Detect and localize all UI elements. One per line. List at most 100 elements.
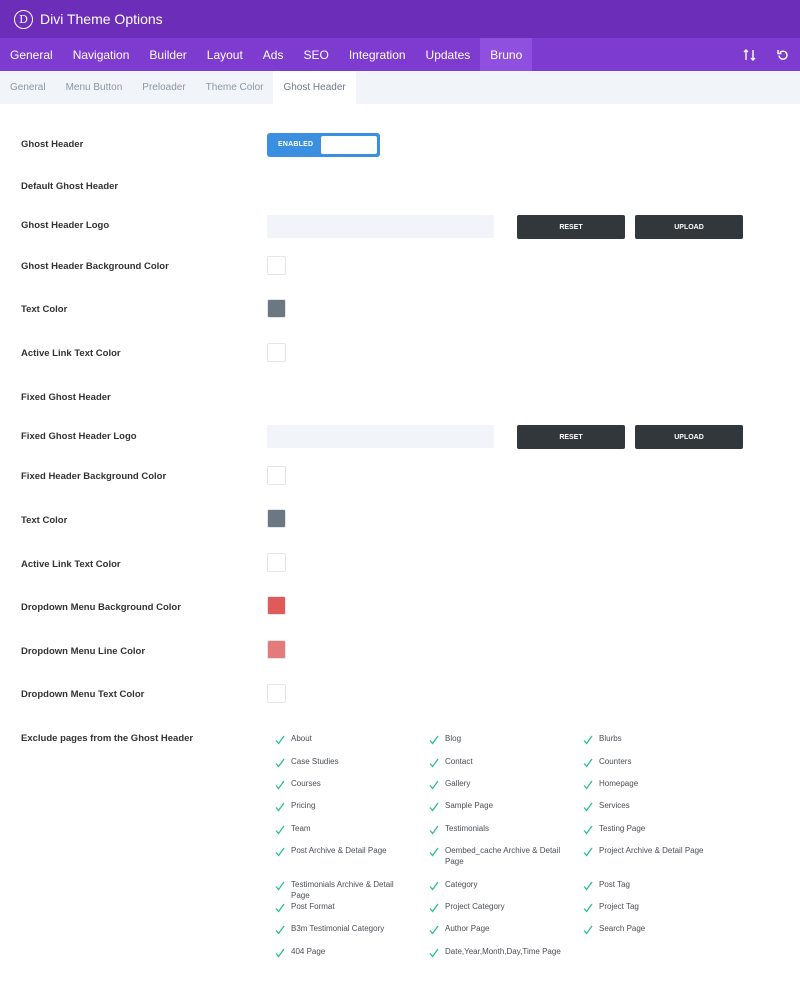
exclude-page-item[interactable]: Sample Page — [429, 800, 563, 812]
checkmark-icon — [429, 948, 439, 958]
text-color-swatch[interactable] — [267, 299, 286, 318]
exclude-page-label: Testimonials — [445, 824, 490, 833]
fixed-active-link-color-label: Active Link Text Color — [21, 559, 121, 570]
exclude-page-item[interactable]: Testimonials Archive & Detail Page — [275, 879, 409, 901]
checkmark-icon — [583, 847, 593, 857]
exclude-page-label: Courses — [291, 779, 321, 788]
exclude-page-item[interactable]: Oembed_cache Archive & Detail Page — [429, 845, 563, 867]
checkmark-icon — [429, 758, 439, 768]
ghost-header-bg-color-swatch[interactable] — [267, 256, 286, 275]
checkmark-icon — [275, 925, 285, 935]
exclude-page-label: Blurbs — [599, 734, 622, 743]
undo-icon[interactable] — [766, 38, 800, 71]
exclude-page-item[interactable]: Project Archive & Detail Page — [583, 845, 717, 857]
exclude-page-item[interactable]: B3m Testimonial Category — [275, 923, 409, 935]
checkmark-icon — [583, 802, 593, 812]
fixed-logo-reset-button[interactable]: RESET — [517, 425, 625, 449]
exclude-page-item[interactable]: Project Tag — [583, 901, 717, 913]
exclude-page-label: Date,Year,Month,Day,Time Page — [445, 947, 561, 956]
exclude-page-label: Pricing — [291, 801, 316, 810]
exclude-page-item[interactable]: Contact — [429, 756, 563, 768]
exclude-page-item[interactable]: Homepage — [583, 778, 717, 790]
exclude-page-item[interactable]: Search Page — [583, 923, 717, 935]
checkmark-icon — [583, 925, 593, 935]
toggle-state-label: ENABLED — [278, 141, 314, 148]
dropdown-text-color-label: Dropdown Menu Text Color — [21, 689, 145, 700]
exclude-page-item[interactable]: Services — [583, 800, 717, 812]
tab-bruno[interactable]: Bruno — [480, 38, 533, 71]
exclude-page-item[interactable]: 404 Page — [275, 946, 409, 958]
sort-icon[interactable] — [732, 38, 766, 71]
exclude-page-label: Oembed_cache Archive & Detail Page — [445, 846, 561, 866]
exclude-page-label: Post Format — [291, 902, 335, 911]
exclude-page-item[interactable]: Project Category — [429, 901, 563, 913]
checkmark-icon — [429, 903, 439, 913]
subtab-menu-button[interactable]: Menu Button — [56, 71, 133, 104]
dropdown-bg-color-swatch[interactable] — [267, 596, 286, 615]
exclude-page-item[interactable]: Counters — [583, 756, 717, 768]
exclude-pages-label: Exclude pages from the Ghost Header — [21, 733, 194, 744]
exclude-page-item[interactable]: Gallery — [429, 778, 563, 790]
exclude-page-label: Category — [445, 880, 478, 889]
exclude-page-item[interactable]: Case Studies — [275, 756, 409, 768]
exclude-page-item[interactable]: Author Page — [429, 923, 563, 935]
exclude-page-label: Search Page — [599, 924, 646, 933]
checkmark-icon — [429, 825, 439, 835]
subtab-ghost-header[interactable]: Ghost Header — [273, 71, 356, 104]
subtab-theme-color[interactable]: Theme Color — [196, 71, 274, 104]
exclude-page-item[interactable]: Post Archive & Detail Page — [275, 845, 409, 857]
tab-layout[interactable]: Layout — [197, 38, 253, 71]
tab-builder[interactable]: Builder — [139, 38, 196, 71]
page-title: Divi Theme Options — [40, 11, 163, 27]
logo-reset-button[interactable]: RESET — [517, 215, 625, 239]
divi-logo-icon: D — [14, 9, 33, 29]
default-ghost-header-heading: Default Ghost Header — [21, 181, 119, 192]
exclude-page-item[interactable]: Blurbs — [583, 733, 717, 745]
ghost-header-bg-color-label: Ghost Header Background Color — [21, 261, 169, 272]
exclude-page-label: Services — [599, 801, 630, 810]
exclude-page-label: Project Category — [445, 902, 505, 911]
ghost-header-logo-input[interactable] — [267, 215, 494, 238]
exclude-page-label: Project Tag — [599, 902, 639, 911]
exclude-page-item[interactable]: Team — [275, 823, 409, 835]
fixed-active-link-color-swatch[interactable] — [267, 553, 286, 572]
exclude-page-item[interactable]: Testimonials — [429, 823, 563, 835]
dropdown-text-color-swatch[interactable] — [267, 684, 286, 703]
exclude-page-item[interactable]: Post Tag — [583, 879, 717, 891]
tab-integration[interactable]: Integration — [339, 38, 416, 71]
exclude-page-item[interactable]: Date,Year,Month,Day,Time Page — [429, 946, 563, 958]
ghost-header-label: Ghost Header — [21, 139, 84, 150]
ghost-header-logo-label: Ghost Header Logo — [21, 220, 110, 231]
toggle-knob — [321, 136, 377, 154]
ghost-header-toggle[interactable]: ENABLED — [267, 133, 380, 157]
fixed-logo-upload-button[interactable]: UPLOAD — [635, 425, 743, 449]
tab-updates[interactable]: Updates — [416, 38, 481, 71]
exclude-page-label: Counters — [599, 757, 632, 766]
subtab-general[interactable]: General — [0, 71, 56, 104]
exclude-page-item[interactable]: Testing Page — [583, 823, 717, 835]
exclude-page-item[interactable]: Category — [429, 879, 563, 891]
fixed-text-color-swatch[interactable] — [267, 509, 286, 528]
fixed-ghost-header-logo-input[interactable] — [267, 425, 494, 448]
exclude-page-label: About — [291, 734, 312, 743]
exclude-page-item[interactable]: About — [275, 733, 409, 745]
exclude-page-item[interactable]: Blog — [429, 733, 563, 745]
fixed-header-bg-color-swatch[interactable] — [267, 466, 286, 485]
exclude-page-label: Author Page — [445, 924, 490, 933]
exclude-page-item[interactable]: Courses — [275, 778, 409, 790]
exclude-page-label: Case Studies — [291, 757, 339, 766]
exclude-page-item[interactable]: Post Format — [275, 901, 409, 913]
exclude-page-label: Post Tag — [599, 880, 630, 889]
exclude-page-item[interactable]: Pricing — [275, 800, 409, 812]
nav-actions — [732, 38, 800, 71]
checkmark-icon — [275, 758, 285, 768]
active-link-color-swatch[interactable] — [267, 343, 286, 362]
tab-seo[interactable]: SEO — [293, 38, 338, 71]
dropdown-line-color-swatch[interactable] — [267, 640, 286, 659]
tab-general[interactable]: General — [0, 38, 63, 71]
tab-ads[interactable]: Ads — [253, 38, 294, 71]
subtab-preloader[interactable]: Preloader — [132, 71, 195, 104]
tab-navigation[interactable]: Navigation — [63, 38, 140, 71]
checkmark-icon — [275, 847, 285, 857]
logo-upload-button[interactable]: UPLOAD — [635, 215, 743, 239]
